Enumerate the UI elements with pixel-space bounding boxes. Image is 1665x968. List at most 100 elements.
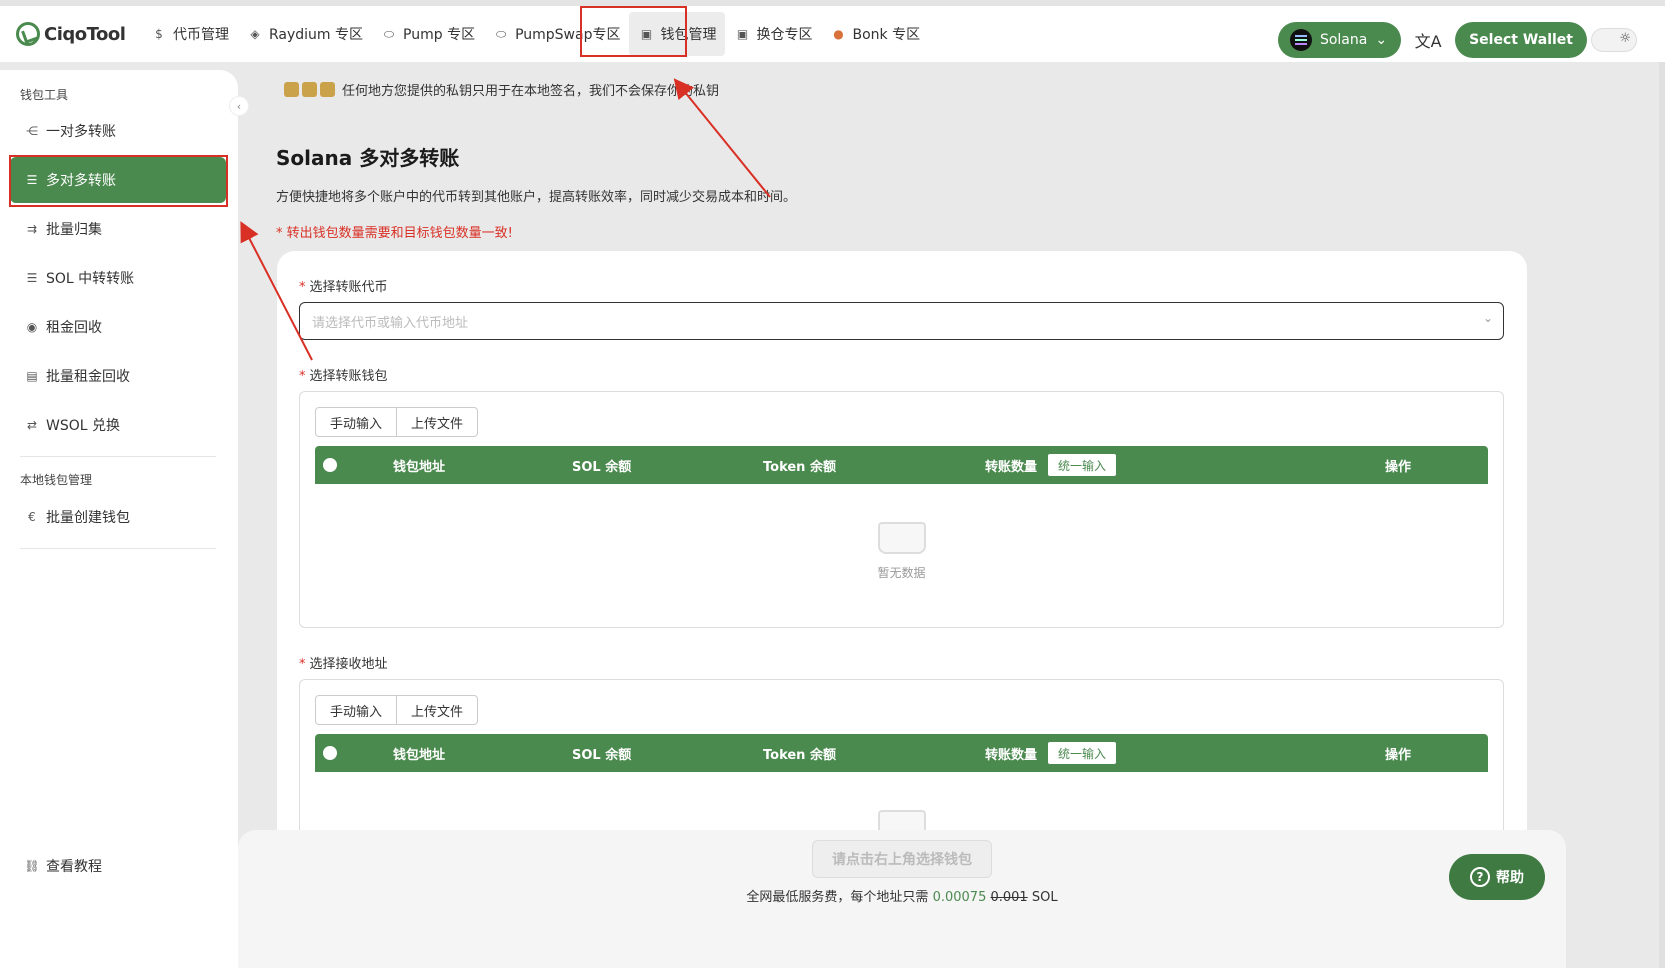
token-select-input[interactable]: 请选择代币或输入代币地址 ⌄ bbox=[299, 302, 1504, 340]
col-amount: 转账数量 bbox=[985, 459, 1038, 475]
share-icon: ⋲ bbox=[26, 124, 38, 138]
sidebar-item-label: WSOL 兑换 bbox=[46, 418, 120, 434]
sidebar-item-batch-rent-recovery[interactable]: ▤ 批量租金回收 bbox=[10, 353, 226, 399]
sidebar: 钱包工具 ⋲ 一对多转账 ☰ 多对多转账 ⇉ 批量归集 ☰ SOL 中转转账 ◉ 租金回收… bbox=[0, 70, 238, 968]
col-token-balance: Token 余额 bbox=[763, 459, 836, 475]
submit-button[interactable]: 请点击右上角选择钱包 bbox=[812, 840, 992, 878]
sidebar-item-batch-create-wallet[interactable]: € 批量创建钱包 bbox=[10, 494, 226, 540]
nav-pumpswap[interactable]: ⬭ PumpSwap专区 bbox=[484, 12, 629, 56]
sidebar-item-one-to-many[interactable]: ⋲ 一对多转账 bbox=[10, 108, 226, 154]
to-upload-file-button[interactable]: 上传文件 bbox=[397, 695, 479, 725]
merge-icon: ⇉ bbox=[26, 222, 38, 236]
sidebar-item-label: 多对多转账 bbox=[46, 173, 116, 189]
fee-old-price: 0.001 bbox=[990, 890, 1028, 905]
privacy-notice: 任何地方您提供的私钥只用于在本地签名，我们不会保存你的私钥 bbox=[284, 80, 719, 99]
from-upload-file-button[interactable]: 上传文件 bbox=[397, 407, 479, 437]
from-table-header: 钱包地址 SOL 余额 Token 余额 转账数量 统一输入 操作 bbox=[315, 446, 1488, 484]
nav-label: 钱包管理 bbox=[660, 27, 717, 43]
col-sol-balance: SOL 余额 bbox=[572, 747, 632, 763]
sidebar-item-label: 批量创建钱包 bbox=[46, 510, 130, 526]
logo-icon bbox=[16, 22, 40, 46]
chain-select-button[interactable]: Solana ⌄ bbox=[1277, 22, 1402, 58]
pill-icon: ⬭ bbox=[383, 26, 395, 41]
help-button[interactable]: ? 帮助 bbox=[1449, 854, 1545, 900]
lock-icon bbox=[302, 82, 317, 97]
from-manual-input-button[interactable]: 手动输入 bbox=[315, 407, 398, 437]
lock-icon bbox=[284, 82, 299, 97]
nav-label: Bonk 专区 bbox=[852, 27, 921, 43]
nav-pump[interactable]: ⬭ Pump 专区 bbox=[372, 12, 484, 56]
euro-icon: € bbox=[28, 510, 36, 524]
sidebar-item-many-to-many[interactable]: ☰ 多对多转账 bbox=[10, 157, 226, 203]
nav-position-swap[interactable]: ▣ 换仓专区 bbox=[725, 12, 821, 56]
stack-icon: ▤ bbox=[26, 369, 38, 383]
sidebar-divider bbox=[20, 456, 216, 457]
main-nav: $ 代币管理 ◈ Raydium 专区 ⬭ Pump 专区 ⬭ PumpSwap专区 ▣… bbox=[142, 6, 929, 62]
col-amount: 转账数量 bbox=[985, 747, 1038, 763]
select-all-checkbox[interactable] bbox=[323, 746, 337, 760]
sidebar-item-wsol-swap[interactable]: ⇄ WSOL 兑换 bbox=[10, 402, 226, 448]
sidebar-item-label: 一对多转账 bbox=[46, 124, 116, 140]
sidebar-item-batch-collect[interactable]: ⇉ 批量归集 bbox=[10, 206, 226, 252]
unify-input-button[interactable]: 统一输入 bbox=[1048, 742, 1117, 764]
nav-label: PumpSwap专区 bbox=[515, 27, 621, 43]
page-title: Solana 多对多转账 bbox=[276, 146, 460, 170]
fee-price: 0.00075 bbox=[932, 890, 987, 905]
nav-label: 换仓专区 bbox=[756, 27, 813, 43]
col-address: 钱包地址 bbox=[393, 459, 446, 475]
select-wallet-button[interactable]: Select Wallet bbox=[1455, 22, 1587, 58]
lock-icon bbox=[320, 82, 335, 97]
logo[interactable]: CiqoTool bbox=[16, 22, 126, 46]
list-icon: ☰ bbox=[26, 271, 38, 285]
chevron-down-icon: ⌄ bbox=[1482, 311, 1493, 325]
sidebar-divider bbox=[20, 548, 216, 549]
col-sol-balance: SOL 余额 bbox=[572, 459, 632, 475]
col-action: 操作 bbox=[1385, 747, 1412, 763]
to-manual-input-button[interactable]: 手动输入 bbox=[315, 695, 398, 725]
nav-wallet-management[interactable]: ▣ 钱包管理 bbox=[629, 12, 726, 56]
nav-raydium[interactable]: ◈ Raydium 专区 bbox=[238, 12, 372, 56]
inbox-icon bbox=[877, 522, 926, 554]
sidebar-item-label: 查看教程 bbox=[46, 859, 102, 875]
sidebar-item-label: 批量归集 bbox=[46, 222, 102, 238]
collapse-sidebar-button[interactable]: ‹ bbox=[229, 96, 249, 116]
chevron-left-icon: ‹ bbox=[236, 99, 242, 113]
token-select-placeholder: 请选择代币或输入代币地址 bbox=[312, 315, 469, 331]
token-field-label: * 选择转账代币 bbox=[299, 280, 388, 295]
to-input-mode-group: 手动输入 上传文件 bbox=[315, 695, 479, 725]
sidebar-item-tutorial[interactable]: ⛓ 查看教程 bbox=[10, 843, 226, 889]
logo-text: CiqoTool bbox=[44, 23, 126, 45]
wallet-icon: ▣ bbox=[736, 27, 749, 41]
fee-prefix: 全网最低服务费，每个地址只需 bbox=[746, 890, 929, 905]
nav-label: Pump 专区 bbox=[403, 27, 476, 43]
sidebar-item-rent-recovery[interactable]: ◉ 租金回收 bbox=[10, 304, 226, 350]
fee-unit: SOL bbox=[1031, 890, 1058, 905]
nav-bonk[interactable]: ● Bonk 专区 bbox=[821, 12, 929, 56]
sidebar-item-label: 批量租金回收 bbox=[46, 369, 130, 385]
page-scrollbar[interactable] bbox=[1659, 62, 1665, 968]
label-text: 选择转账钱包 bbox=[309, 369, 388, 384]
list-icon: ☰ bbox=[26, 173, 38, 187]
label-text: 选择接收地址 bbox=[309, 657, 388, 672]
help-label: 帮助 bbox=[1496, 870, 1524, 886]
nav-token-management[interactable]: $ 代币管理 bbox=[142, 12, 238, 56]
empty-text: 暂无数据 bbox=[877, 566, 926, 580]
unify-input-button[interactable]: 统一输入 bbox=[1048, 454, 1117, 476]
footer-bar: 请点击右上角选择钱包 全网最低服务费，每个地址只需 0.00075 0.001 … bbox=[238, 830, 1566, 968]
select-all-checkbox[interactable] bbox=[323, 458, 337, 472]
chevron-down-icon: ⌄ bbox=[1375, 32, 1388, 48]
page-description: 方便快捷地将多个账户中的代币转到其他账户，提高转账效率，同时减少交易成本和时间。 bbox=[276, 190, 797, 205]
from-wallet-panel: 手动输入 上传文件 钱包地址 SOL 余额 Token 余额 转账数量 统一输入… bbox=[299, 391, 1504, 628]
nav-label: Raydium 专区 bbox=[269, 27, 364, 43]
sidebar-group-local-wallet: 本地钱包管理 bbox=[20, 473, 93, 487]
translate-icon[interactable]: 文A bbox=[1413, 28, 1443, 52]
top-navigation-bar: CiqoTool $ 代币管理 ◈ Raydium 专区 ⬭ Pump 专区 ⬭ Pum… bbox=[0, 0, 1665, 62]
coin-icon: ◉ bbox=[26, 320, 38, 334]
to-address-label: * 选择接收地址 bbox=[299, 657, 388, 672]
from-input-mode-group: 手动输入 上传文件 bbox=[315, 407, 479, 437]
sidebar-item-sol-relay[interactable]: ☰ SOL 中转转账 bbox=[10, 255, 226, 301]
theme-toggle[interactable] bbox=[1591, 28, 1637, 52]
solana-icon bbox=[1289, 29, 1312, 51]
from-wallet-label: * 选择转账钱包 bbox=[299, 369, 388, 384]
col-action: 操作 bbox=[1385, 459, 1412, 475]
